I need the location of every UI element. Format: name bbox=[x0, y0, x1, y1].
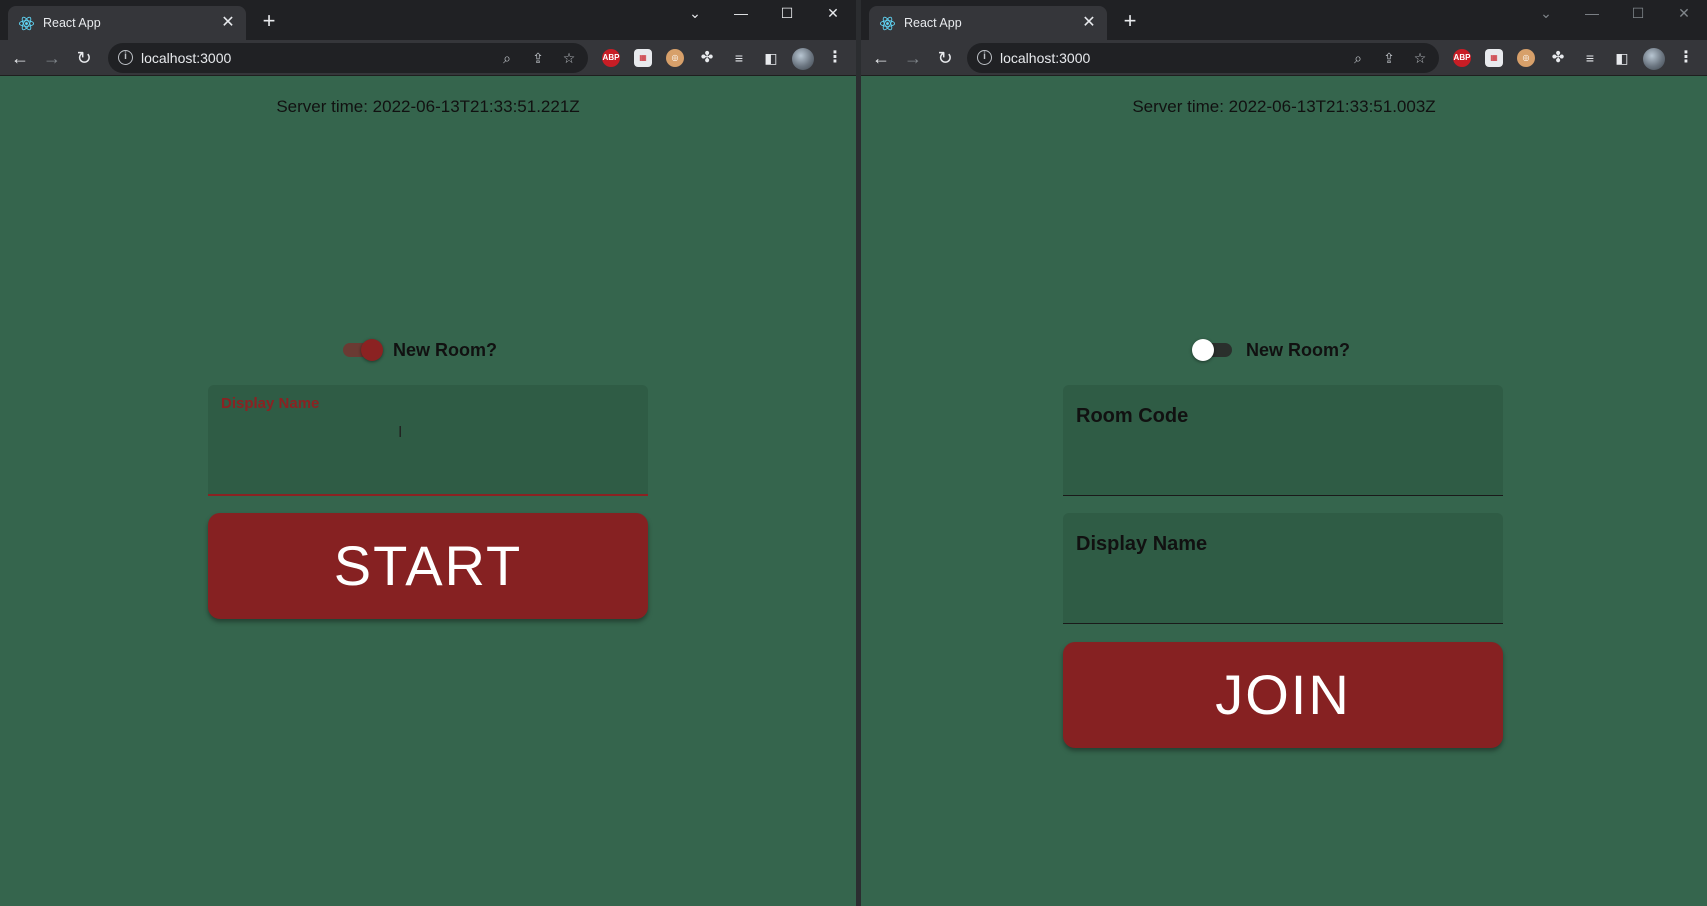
page-content: Server time: 2022-06-13T21:33:51.003Z Ne… bbox=[861, 77, 1707, 906]
browser-tab[interactable]: React App ✕ bbox=[869, 6, 1107, 40]
display-name-label: Display Name bbox=[221, 395, 320, 412]
tab-title: React App bbox=[904, 16, 962, 30]
react-logo-icon bbox=[18, 16, 35, 31]
calendar-extension-icon[interactable]: ▦ bbox=[1485, 49, 1503, 67]
forward-icon[interactable]: → bbox=[40, 47, 64, 69]
tab-title: React App bbox=[43, 16, 101, 30]
kebab-menu-icon[interactable]: ⋮ bbox=[827, 48, 843, 68]
site-info-icon[interactable]: i bbox=[977, 50, 992, 65]
profile-avatar[interactable] bbox=[792, 48, 814, 70]
media-queue-icon[interactable]: ≡ bbox=[730, 49, 748, 67]
display-name-input[interactable] bbox=[221, 435, 635, 475]
server-time: Server time: 2022-06-13T21:33:51.221Z bbox=[276, 97, 580, 116]
minimize-icon[interactable]: — bbox=[1569, 0, 1615, 26]
tab-close-icon[interactable]: ✕ bbox=[1079, 13, 1099, 33]
calendar-extension-icon[interactable]: ▦ bbox=[634, 49, 652, 67]
new-room-toggle[interactable]: New Room? bbox=[343, 335, 513, 363]
address-bar[interactable]: i localhost:3000 ⌕ ⇪ ☆ bbox=[967, 43, 1439, 73]
room-code-input[interactable] bbox=[1076, 435, 1490, 475]
browser-window-left: React App ✕ + ⌄ — ☐ ✕ ← → ↻ i localhost:… bbox=[0, 0, 856, 906]
browser-window-right: React App ✕ + ⌄ — ☐ ✕ ← → ↻ i localhost:… bbox=[861, 0, 1707, 906]
page-content: Server time: 2022-06-13T21:33:51.221Z Ne… bbox=[0, 77, 856, 906]
start-button[interactable]: START bbox=[208, 513, 648, 619]
url-text: localhost:3000 bbox=[1000, 50, 1091, 66]
forward-icon[interactable]: → bbox=[901, 47, 925, 69]
side-panel-icon[interactable]: ◧ bbox=[1613, 49, 1631, 67]
zoom-icon[interactable]: ⌕ bbox=[498, 49, 516, 67]
close-window-icon[interactable]: ✕ bbox=[1661, 0, 1707, 26]
tab-strip: React App ✕ + ⌄ — ☐ ✕ bbox=[861, 0, 1707, 40]
maximize-icon[interactable]: ☐ bbox=[764, 0, 810, 26]
bookmark-star-icon[interactable]: ☆ bbox=[560, 49, 578, 67]
server-time: Server time: 2022-06-13T21:33:51.003Z bbox=[1132, 97, 1436, 116]
display-name-input[interactable] bbox=[1076, 563, 1490, 603]
side-panel-icon[interactable]: ◧ bbox=[762, 49, 780, 67]
profile-avatar[interactable] bbox=[1643, 48, 1665, 70]
adblock-extension-icon[interactable]: ABP bbox=[1453, 49, 1471, 67]
tab-search-chevron-icon[interactable]: ⌄ bbox=[672, 0, 718, 26]
site-info-icon[interactable]: i bbox=[118, 50, 133, 65]
address-bar[interactable]: i localhost:3000 ⌕ ⇪ ☆ bbox=[108, 43, 588, 73]
tab-strip: React App ✕ + ⌄ — ☐ ✕ bbox=[0, 0, 856, 40]
react-logo-icon bbox=[879, 16, 896, 31]
new-tab-icon[interactable]: + bbox=[1119, 10, 1141, 33]
new-room-toggle[interactable]: New Room? bbox=[1192, 335, 1366, 363]
text-cursor-icon: I bbox=[398, 424, 403, 441]
share-icon[interactable]: ⇪ bbox=[529, 49, 547, 67]
media-queue-icon[interactable]: ≡ bbox=[1581, 49, 1599, 67]
extensions-puzzle-icon[interactable]: ✤ bbox=[1549, 49, 1567, 67]
display-name-label: Display Name bbox=[1076, 533, 1208, 555]
new-tab-icon[interactable]: + bbox=[258, 10, 280, 33]
room-code-label: Room Code bbox=[1076, 405, 1189, 427]
minimize-icon[interactable]: — bbox=[718, 0, 764, 26]
browser-tab[interactable]: React App ✕ bbox=[8, 6, 246, 40]
share-icon[interactable]: ⇪ bbox=[1380, 49, 1398, 67]
glasses-extension-icon[interactable]: ◎ bbox=[1517, 49, 1535, 67]
switch-label: New Room? bbox=[1246, 340, 1351, 360]
display-name-field[interactable]: Display Name bbox=[1063, 513, 1503, 624]
zoom-icon[interactable]: ⌕ bbox=[1349, 49, 1367, 67]
back-icon[interactable]: ← bbox=[8, 47, 32, 69]
switch-thumb[interactable] bbox=[361, 339, 383, 361]
extensions-puzzle-icon[interactable]: ✤ bbox=[698, 49, 716, 67]
browser-toolbar: ← → ↻ i localhost:3000 ⌕ ⇪ ☆ ABP ▦ ◎ ✤ ≡… bbox=[861, 40, 1707, 76]
switch-thumb[interactable] bbox=[1192, 339, 1214, 361]
glasses-extension-icon[interactable]: ◎ bbox=[666, 49, 684, 67]
maximize-icon[interactable]: ☐ bbox=[1615, 0, 1661, 26]
adblock-extension-icon[interactable]: ABP bbox=[602, 49, 620, 67]
room-code-field[interactable]: Room Code bbox=[1063, 385, 1503, 496]
browser-toolbar: ← → ↻ i localhost:3000 ⌕ ⇪ ☆ ABP ▦ ◎ ✤ ≡… bbox=[0, 40, 856, 76]
tab-close-icon[interactable]: ✕ bbox=[218, 13, 238, 33]
url-text: localhost:3000 bbox=[141, 50, 232, 66]
reload-icon[interactable]: ↻ bbox=[72, 47, 96, 69]
kebab-menu-icon[interactable]: ⋮ bbox=[1678, 48, 1694, 68]
display-name-field[interactable]: Display Name I bbox=[208, 385, 648, 496]
back-icon[interactable]: ← bbox=[869, 47, 893, 69]
close-window-icon[interactable]: ✕ bbox=[810, 0, 856, 26]
bookmark-star-icon[interactable]: ☆ bbox=[1411, 49, 1429, 67]
tab-search-chevron-icon[interactable]: ⌄ bbox=[1523, 0, 1569, 26]
switch-label: New Room? bbox=[393, 340, 498, 360]
reload-icon[interactable]: ↻ bbox=[933, 47, 957, 69]
join-button[interactable]: JOIN bbox=[1063, 642, 1503, 748]
